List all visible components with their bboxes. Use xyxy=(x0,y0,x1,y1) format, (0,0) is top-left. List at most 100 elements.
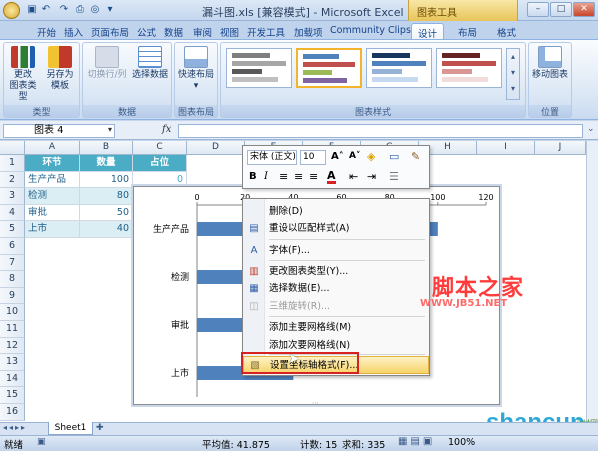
change-chart-type-button[interactable]: 更改 图表类型 xyxy=(6,46,40,103)
print-icon[interactable]: ⎙ xyxy=(74,4,86,16)
row-header-4[interactable]: 4 xyxy=(0,204,25,222)
font-select[interactable]: 宋体 (正文) xyxy=(247,150,297,165)
align-center-icon[interactable]: ≡ xyxy=(294,170,303,183)
row-header-7[interactable]: 7 xyxy=(0,254,25,272)
row-header-6[interactable]: 6 xyxy=(0,238,25,255)
row-header-2[interactable]: 2 xyxy=(0,171,25,189)
vertical-scrollbar[interactable] xyxy=(586,141,598,422)
table-cell[interactable]: 50 xyxy=(80,204,133,222)
table-cell[interactable]: 检测 xyxy=(25,188,80,205)
row-header-14[interactable]: 14 xyxy=(0,370,25,388)
save-as-template-button[interactable]: 另存为 模板 xyxy=(42,46,78,92)
row-header-9[interactable]: 9 xyxy=(0,287,25,305)
name-box[interactable]: 图表 4 xyxy=(3,124,115,138)
menu-item-3[interactable]: ▥ 更改图表类型(Y)... xyxy=(243,263,429,281)
menu-item-1[interactable]: ▤ 重设以匹配样式(A) xyxy=(243,220,429,238)
column-header-b[interactable]: B xyxy=(80,141,133,155)
styles-scroll[interactable]: ▴ ▾ ▾ xyxy=(506,48,520,100)
tab-formulas[interactable]: 公式 xyxy=(134,23,159,39)
header-cell-placeholder[interactable]: 占位 xyxy=(133,155,187,172)
customize-icon[interactable]: ▾ xyxy=(104,4,116,16)
table-cell[interactable]: 审批 xyxy=(25,204,80,222)
italic-icon[interactable]: I xyxy=(264,171,268,182)
tab-page-layout[interactable]: 页面布局 xyxy=(88,23,132,39)
macro-record-icon[interactable]: ▣ xyxy=(37,437,46,447)
tab-addins[interactable]: 加载项 xyxy=(291,23,326,39)
preview-icon[interactable]: ◎ xyxy=(89,4,101,16)
undo-icon[interactable]: ↶ xyxy=(40,4,52,16)
chart-style-3[interactable] xyxy=(366,48,432,88)
minimize-button[interactable]: – xyxy=(527,2,549,17)
maximize-button[interactable]: □ xyxy=(550,2,572,17)
row-header-3[interactable]: 3 xyxy=(0,188,25,205)
column-header-c[interactable]: C xyxy=(133,141,187,155)
tab-insert[interactable]: 插入 xyxy=(61,23,86,39)
close-button[interactable]: ✕ xyxy=(573,2,595,17)
row-header-13[interactable]: 13 xyxy=(0,354,25,371)
tab-review[interactable]: 审阅 xyxy=(190,23,215,39)
bold-icon[interactable]: B xyxy=(249,171,257,182)
tab-community-clips[interactable]: Community Clips xyxy=(327,23,414,39)
office-button[interactable] xyxy=(3,2,20,19)
insert-sheet-icon[interactable]: ✚ xyxy=(96,423,104,433)
menu-item-4[interactable]: ▦ 选择数据(E)... xyxy=(243,280,429,298)
redo-icon[interactable]: ↷ xyxy=(58,4,70,16)
font-size-select[interactable]: 10 xyxy=(300,150,326,165)
menu-item-6[interactable]: 添加主要网格线(M) xyxy=(243,319,429,337)
tab-format[interactable]: 格式 xyxy=(494,23,519,39)
row-header-12[interactable]: 12 xyxy=(0,337,25,355)
expand-formula-icon[interactable]: ⌄ xyxy=(587,124,595,134)
menu-item-0[interactable]: 删除(D) xyxy=(243,203,429,221)
chart-style-2[interactable] xyxy=(296,48,362,88)
formula-input[interactable] xyxy=(178,124,583,138)
table-cell[interactable]: 上市 xyxy=(25,221,80,238)
row-header-8[interactable]: 8 xyxy=(0,271,25,288)
save-icon[interactable]: ▣ xyxy=(26,4,38,16)
quick-layout-button[interactable]: 快速布局 ▾ xyxy=(176,46,216,92)
font-color-icon[interactable]: A xyxy=(327,170,336,184)
sheet-nav-icons[interactable]: ◂◂▸▸ xyxy=(3,423,27,432)
row-header-1[interactable]: 1 xyxy=(0,155,25,172)
align-left-icon[interactable]: ≡ xyxy=(279,170,288,183)
zoom-level[interactable]: 100% xyxy=(448,437,475,448)
header-cell-stage[interactable]: 环节 xyxy=(25,155,80,172)
column-header-j[interactable]: J xyxy=(535,141,586,155)
table-cell[interactable]: 40 xyxy=(80,221,133,238)
column-header-a[interactable]: A xyxy=(25,141,80,155)
align-right-icon[interactable]: ≡ xyxy=(309,170,318,183)
table-cell[interactable]: 生产产品 xyxy=(25,171,80,189)
chart-resize-handle-bottom[interactable]: ⋯ xyxy=(312,399,320,407)
name-box-dropdown-icon[interactable]: ▾ xyxy=(108,125,112,134)
grow-font-icon[interactable]: A˄ xyxy=(331,151,344,162)
shrink-font-icon[interactable]: A˅ xyxy=(349,151,360,161)
tab-data[interactable]: 数据 xyxy=(161,23,186,39)
table-cell[interactable]: 80 xyxy=(80,188,133,205)
tab-view[interactable]: 视图 xyxy=(217,23,242,39)
column-header-d[interactable]: D xyxy=(187,141,245,155)
row-header-5[interactable]: 5 xyxy=(0,221,25,238)
tab-layout[interactable]: 布局 xyxy=(455,23,480,39)
line-color-icon[interactable]: ▭ xyxy=(389,150,399,163)
move-chart-button[interactable]: 移动图表 xyxy=(530,46,570,81)
menu-item-2[interactable]: A 字体(F)... xyxy=(243,242,429,260)
row-header-11[interactable]: 11 xyxy=(0,321,25,338)
select-all[interactable] xyxy=(0,141,25,155)
chart-style-4[interactable] xyxy=(436,48,502,88)
tab-design[interactable]: 设计 xyxy=(411,23,444,40)
bullets-icon[interactable]: ☰ xyxy=(389,170,399,183)
row-header-16[interactable]: 16 xyxy=(0,404,25,421)
tab-developer[interactable]: 开发工具 xyxy=(244,23,288,39)
format-painter-icon[interactable]: ✎ xyxy=(411,150,420,163)
row-header-10[interactable]: 10 xyxy=(0,304,25,321)
menu-item-5[interactable]: ◫ 三维旋转(R)... xyxy=(243,298,429,316)
header-cell-quantity[interactable]: 数量 xyxy=(80,155,133,172)
tab-home[interactable]: 开始 xyxy=(34,23,59,39)
decrease-indent-icon[interactable]: ⇤ xyxy=(349,170,358,183)
switch-row-column-button[interactable]: 切换行/列 xyxy=(85,46,129,81)
select-data-button[interactable]: 选择数据 xyxy=(130,46,170,81)
insert-function-icon[interactable]: fx xyxy=(162,124,171,135)
fill-color-icon[interactable]: ◈ xyxy=(367,150,375,163)
chart-style-1[interactable] xyxy=(226,48,292,88)
table-cell[interactable]: 100 xyxy=(80,171,133,189)
row-header-15[interactable]: 15 xyxy=(0,387,25,404)
